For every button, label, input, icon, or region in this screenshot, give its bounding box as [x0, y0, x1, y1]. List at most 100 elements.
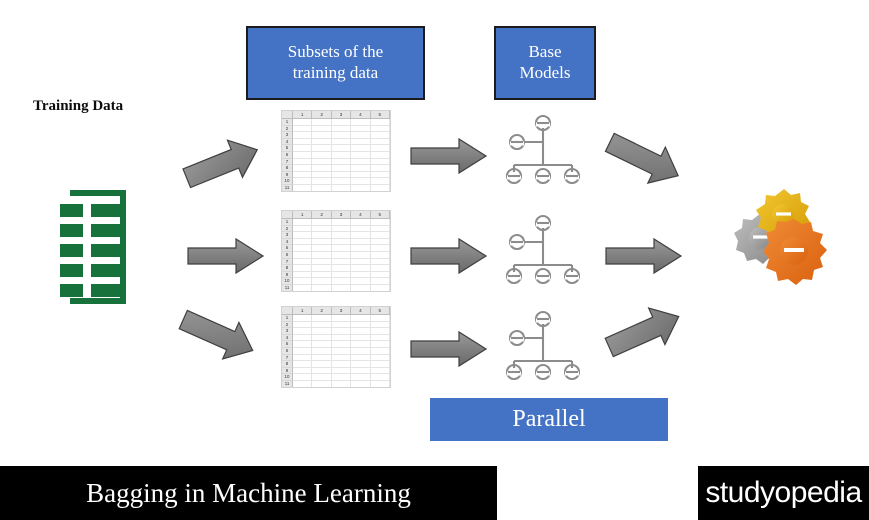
sheet-row: 10: [282, 374, 390, 381]
sheet-cell: [312, 178, 332, 185]
sheet-cell: [331, 178, 352, 185]
sheet-col-header: 3: [331, 211, 352, 219]
sheet-cell: [370, 225, 390, 233]
arrow-data-to-subset-1: [182, 139, 259, 189]
sheet-cell: [331, 119, 352, 126]
sheet-row: 11: [282, 284, 390, 291]
sheet-cell: [331, 315, 352, 322]
sheet-cell: [351, 334, 371, 342]
sheet-row-header: 3: [282, 232, 293, 239]
sheet-cell: [351, 165, 371, 172]
sheet-cell: [331, 245, 352, 252]
sheet-row-header: 4: [282, 334, 293, 342]
sheet-row-header: 5: [282, 341, 293, 348]
sheet-cell: [312, 145, 332, 152]
sheet-row: 4: [282, 238, 390, 246]
sheet-cell: [331, 341, 352, 348]
sheet-cell: [293, 258, 313, 266]
sheet-row: 1: [282, 119, 390, 126]
sheet-cell: [351, 328, 371, 335]
sheet-cell: [312, 284, 332, 291]
sheet-cell: [351, 171, 371, 179]
sheet-row-header: 7: [282, 158, 293, 166]
sheet-cell: [312, 245, 332, 252]
sheet-cell: [293, 158, 313, 166]
sheet-cell: [351, 380, 371, 387]
sheet-col-header: 2: [312, 211, 332, 219]
sheet-cell: [370, 354, 390, 362]
sheet-cell: [370, 165, 390, 172]
sheet-cell: [351, 278, 371, 285]
sheet-cell: [370, 158, 390, 166]
sheet-row-header: 5: [282, 145, 293, 152]
sheet-row: 5: [282, 145, 390, 152]
sheet-row-header: 9: [282, 367, 293, 375]
sheet-cell: [370, 151, 390, 159]
sheet-col-header: 4: [351, 111, 371, 119]
sheet-cell: [293, 265, 313, 272]
sheet-row: 9: [282, 367, 390, 375]
arrow-subset-to-model-1: [410, 137, 488, 175]
sheet-cell: [331, 219, 352, 226]
sheet-cell: [351, 347, 371, 355]
sheet-cell: [351, 178, 371, 185]
sheet-cell: [312, 334, 332, 342]
sheet-cell: [351, 238, 371, 246]
sheet-cell: [293, 334, 313, 342]
sheet-row-header: 4: [282, 238, 293, 246]
sheet-cell: [312, 125, 332, 133]
sheet-cell: [331, 380, 352, 387]
sheet-cell: [312, 138, 332, 146]
sheet-row-header: 10: [282, 278, 293, 285]
sheet-corner-cell: [282, 211, 293, 219]
sheet-cell: [293, 380, 313, 387]
sheet-cell: [312, 232, 332, 239]
sheet-cell: [370, 219, 390, 226]
sheet-row-header: 6: [282, 251, 293, 259]
sheet-row: 3: [282, 328, 390, 335]
sheet-cell: [293, 178, 313, 185]
sheet-row: 8: [282, 165, 390, 172]
sheet-cell: [312, 119, 332, 126]
sheet-col-header: 5: [370, 307, 390, 315]
sheet-cell: [351, 321, 371, 329]
sheet-cell: [293, 341, 313, 348]
sheet-cell: [370, 367, 390, 375]
sheet-cell: [312, 278, 332, 285]
sheet-cell: [351, 138, 371, 146]
subset-table-3: 1 2 3 4 5 1 2 3 4 5 6 7 8 9 10 11: [281, 306, 391, 388]
sheet-cell: [370, 380, 390, 387]
sheet-cell: [293, 321, 313, 329]
arrow-subset-to-model-3: [410, 330, 488, 368]
sheet-cell: [331, 138, 352, 146]
sheet-cell: [370, 245, 390, 252]
subsets-box-line2: training data: [292, 63, 379, 82]
sheet-cell: [293, 245, 313, 252]
sheet-cell: [351, 354, 371, 362]
sheet-cell: [370, 138, 390, 146]
sheet-row-header: 9: [282, 271, 293, 279]
sheet-cell: [293, 354, 313, 362]
sheet-cell: [312, 321, 332, 329]
sheet-row-header: 10: [282, 374, 293, 381]
sheet-cell: [293, 132, 313, 139]
sheet-cell: [312, 184, 332, 191]
sheet-cell: [351, 271, 371, 279]
sheet-row: 8: [282, 265, 390, 272]
sheet-col-header: 1: [293, 307, 313, 315]
sheet-cell: [331, 334, 352, 342]
subset-table-2: 1 2 3 4 5 1 2 3 4 5 6 7 8 9 10 11: [281, 210, 391, 292]
arrow-model-to-aggregate-2: [605, 237, 683, 275]
sheet-row-header: 7: [282, 258, 293, 266]
sheet-row: 2: [282, 321, 390, 329]
sheet-cell: [293, 225, 313, 233]
sheet-corner-cell: [282, 111, 293, 119]
sheet-cell: [370, 232, 390, 239]
sheet-row-header: 11: [282, 380, 293, 387]
sheet-cell: [351, 251, 371, 259]
sheet-cell: [312, 271, 332, 279]
sheet-cell: [351, 119, 371, 126]
sheet-row-header: 6: [282, 151, 293, 159]
sheet-cell: [351, 158, 371, 166]
sheet-row: 6: [282, 151, 390, 159]
